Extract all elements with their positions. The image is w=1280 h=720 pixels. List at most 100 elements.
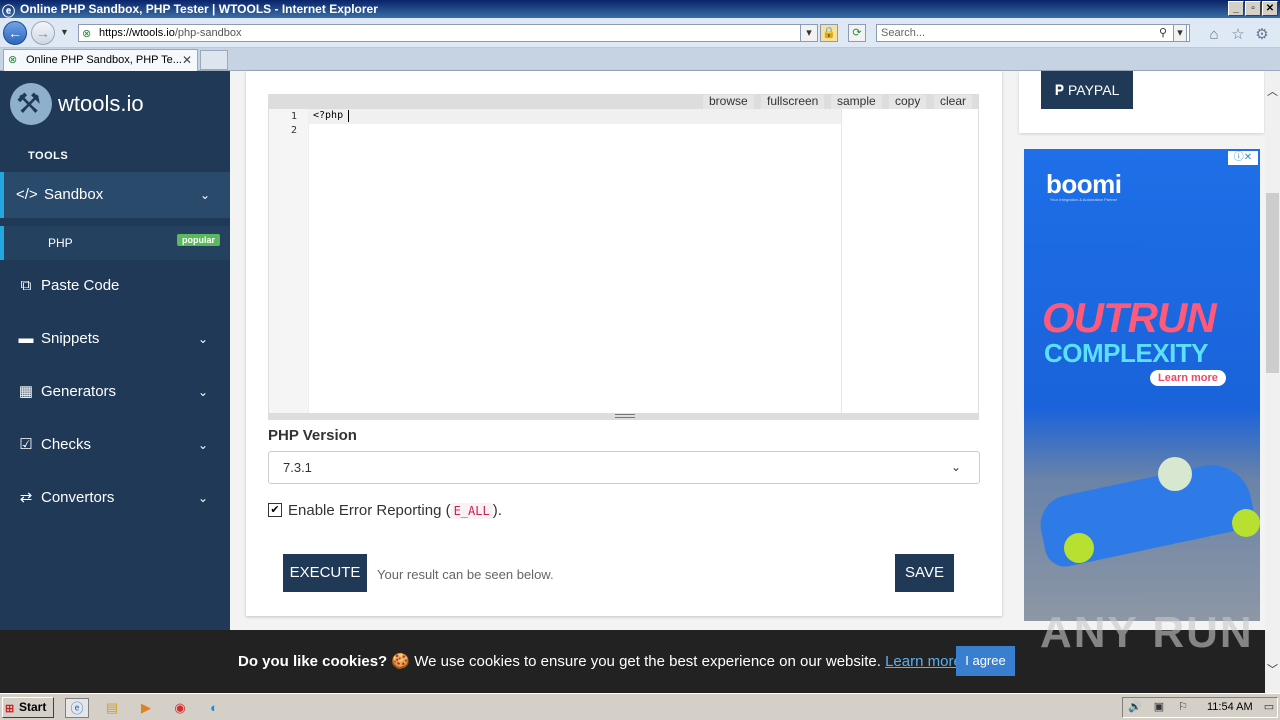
scroll-thumb[interactable] bbox=[1266, 193, 1279, 373]
media-player-taskbar-icon[interactable]: ▶ bbox=[134, 698, 158, 718]
sidebar-item-snippets[interactable]: ▬ Snippets ⌄ bbox=[0, 317, 230, 361]
show-desktop-icon[interactable]: ▭ bbox=[1261, 700, 1277, 713]
search-dropdown-icon[interactable]: ▾ bbox=[1173, 24, 1187, 42]
logo-text[interactable]: wtools.io bbox=[58, 91, 144, 117]
history-dropdown-icon[interactable]: ▼ bbox=[60, 27, 69, 37]
code-icon: </> bbox=[16, 186, 38, 203]
ad-wheel-image bbox=[1064, 533, 1094, 563]
editor-resize-handle[interactable] bbox=[269, 413, 978, 419]
sidebar-item-checks[interactable]: ☑ Checks ⌄ bbox=[0, 423, 230, 467]
windows-taskbar: ⊞ Start ⓔ ▤ ▶ ◉ ◐ 🔊 ▣ ⚐ 11:54 AM ▭ bbox=[0, 693, 1280, 720]
error-label-prefix: Enable Error Reporting ( bbox=[288, 502, 451, 519]
url-path: /php-sandbox bbox=[174, 27, 242, 39]
ad-info-close-icon[interactable]: ⓘ✕ bbox=[1228, 151, 1258, 165]
browse-button[interactable]: browse bbox=[703, 95, 754, 109]
cookie-message: Do you like cookies? 🍪 We use cookies to… bbox=[238, 652, 962, 670]
back-button[interactable]: ← bbox=[3, 21, 27, 45]
sidebar-subitem-php[interactable]: PHP popular bbox=[0, 226, 230, 260]
explorer-taskbar-icon[interactable]: ▤ bbox=[100, 698, 124, 718]
tab-close-icon[interactable]: ✕ bbox=[182, 50, 192, 70]
checks-icon: ☑ bbox=[19, 436, 33, 453]
lock-icon[interactable]: 🔒 bbox=[820, 24, 838, 42]
line-number-gutter: 1 2 bbox=[269, 109, 309, 413]
favorites-star-icon[interactable]: ☆ bbox=[1229, 26, 1247, 44]
chevron-down-icon: ⌄ bbox=[198, 438, 209, 452]
settings-gear-icon[interactable]: ⚙ bbox=[1253, 26, 1271, 44]
paste-icon: ⧉ bbox=[20, 277, 32, 294]
clear-button[interactable]: clear bbox=[934, 95, 973, 109]
search-input[interactable]: Search... ⚲ bbox=[876, 24, 1190, 42]
refresh-icon[interactable]: ⟳ bbox=[848, 24, 866, 42]
cookie-agree-button[interactable]: I agree bbox=[956, 646, 1015, 676]
code-editor[interactable]: browse fullscreen sample copy clear 1 2 … bbox=[268, 94, 979, 420]
anyrun-watermark: ANY RUN bbox=[1040, 608, 1254, 657]
url-domain: wtools.io bbox=[132, 27, 175, 39]
sidebar-item-sandbox[interactable]: </> Sandbox ⌄ bbox=[0, 172, 230, 218]
new-tab-button[interactable] bbox=[200, 50, 228, 70]
sample-button[interactable]: sample bbox=[831, 95, 882, 109]
browser-tab[interactable]: ⊗ Online PHP Sandbox, PHP Te... ✕ bbox=[3, 49, 198, 71]
minimize-button[interactable]: _ bbox=[1228, 1, 1244, 16]
php-version-select[interactable]: 7.3.1 ⌄ bbox=[268, 451, 980, 484]
sidebar-item-paste-code[interactable]: ⧉ Paste Code bbox=[0, 264, 230, 308]
network-icon[interactable]: ▣ bbox=[1151, 700, 1167, 713]
generators-icon: ▦ bbox=[18, 383, 34, 400]
search-icon[interactable]: ⚲ bbox=[1159, 25, 1167, 41]
snippets-icon: ▬ bbox=[18, 330, 34, 347]
cookie-question: Do you like cookies? bbox=[238, 653, 388, 670]
sidebar-item-convertors[interactable]: ⇄ Convertors ⌄ bbox=[0, 476, 230, 520]
cookie-learn-more-link[interactable]: Learn more bbox=[885, 653, 962, 670]
action-center-flag-icon[interactable]: ⚐ bbox=[1175, 700, 1191, 713]
windows-flag-icon: ⊞ bbox=[5, 703, 15, 715]
maximize-button[interactable]: ▫ bbox=[1245, 1, 1261, 16]
advertisement[interactable]: ⓘ✕ boomi Your Integration & Automation P… bbox=[1024, 149, 1260, 621]
chrome-taskbar-icon[interactable]: ◉ bbox=[168, 698, 192, 718]
wtools-logo-icon[interactable]: ⚒ bbox=[10, 83, 52, 125]
copy-button[interactable]: copy bbox=[889, 95, 927, 109]
start-label: Start bbox=[19, 700, 47, 714]
forward-button[interactable]: → bbox=[31, 21, 55, 45]
close-window-button[interactable]: ✕ bbox=[1262, 1, 1278, 16]
error-reporting-checkbox[interactable]: ✔ bbox=[268, 503, 282, 517]
ad-learn-more-button[interactable]: Learn more bbox=[1150, 370, 1226, 386]
search-placeholder: Search... bbox=[881, 27, 926, 39]
text-cursor bbox=[348, 110, 349, 122]
print-margin bbox=[841, 109, 842, 413]
sidebar-item-label: Convertors bbox=[41, 489, 115, 506]
window-title: Online PHP Sandbox, PHP Tester | WTOOLS … bbox=[20, 2, 378, 16]
ad-brand-tagline: Your Integration & Automation Partner bbox=[1050, 197, 1118, 202]
address-input[interactable]: ⊗ https://wtools.io/php-sandbox bbox=[78, 24, 816, 42]
address-dropdown-icon[interactable]: ▾ bbox=[800, 24, 818, 42]
paypal-button[interactable]: 𝐏 PAYPAL bbox=[1041, 71, 1133, 109]
sidebar-item-generators[interactable]: ▦ Generators ⌄ bbox=[0, 370, 230, 414]
home-icon[interactable]: ⌂ bbox=[1205, 26, 1223, 44]
page-scrollbar[interactable]: ︿ ﹀ bbox=[1265, 71, 1280, 693]
code-text[interactable]: <?php bbox=[313, 110, 343, 121]
tab-site-icon: ⊗ bbox=[8, 54, 18, 66]
error-code: E_ALL bbox=[450, 503, 493, 519]
start-button[interactable]: ⊞ Start bbox=[2, 697, 54, 718]
save-button[interactable]: SAVE bbox=[895, 554, 954, 592]
sidebar-item-label: Snippets bbox=[41, 330, 100, 347]
scroll-down-icon[interactable]: ﹀ bbox=[1265, 661, 1280, 677]
line-number: 2 bbox=[290, 125, 297, 136]
result-hint: Your result can be seen below. bbox=[377, 567, 554, 582]
error-label-suffix: ). bbox=[492, 502, 502, 519]
line-number: 1 bbox=[290, 111, 297, 122]
address-toolbar: ← → ▼ ⊗ https://wtools.io/php-sandbox ▾ … bbox=[0, 18, 1280, 48]
tab-label: Online PHP Sandbox, PHP Te... bbox=[26, 54, 182, 66]
fullscreen-button[interactable]: fullscreen bbox=[761, 95, 825, 109]
volume-icon[interactable]: 🔊 bbox=[1127, 700, 1143, 713]
edge-taskbar-icon[interactable]: ◐ bbox=[202, 698, 226, 718]
paypal-icon: 𝐏 bbox=[1054, 82, 1068, 98]
url-prefix: https:// bbox=[99, 27, 133, 39]
ie-taskbar-icon[interactable]: ⓔ bbox=[65, 698, 89, 718]
error-reporting-label[interactable]: Enable Error Reporting (E_ALL). bbox=[288, 502, 502, 519]
scroll-up-icon[interactable]: ︿ bbox=[1265, 83, 1280, 99]
clock[interactable]: 11:54 AM bbox=[1207, 701, 1253, 713]
ad-brand: boomi bbox=[1046, 169, 1122, 199]
grip-icon bbox=[615, 414, 635, 418]
execute-button[interactable]: EXECUTE bbox=[283, 554, 367, 592]
chevron-down-icon: ⌄ bbox=[198, 385, 209, 399]
tab-bar: ⊗ Online PHP Sandbox, PHP Te... ✕ bbox=[0, 48, 1280, 71]
